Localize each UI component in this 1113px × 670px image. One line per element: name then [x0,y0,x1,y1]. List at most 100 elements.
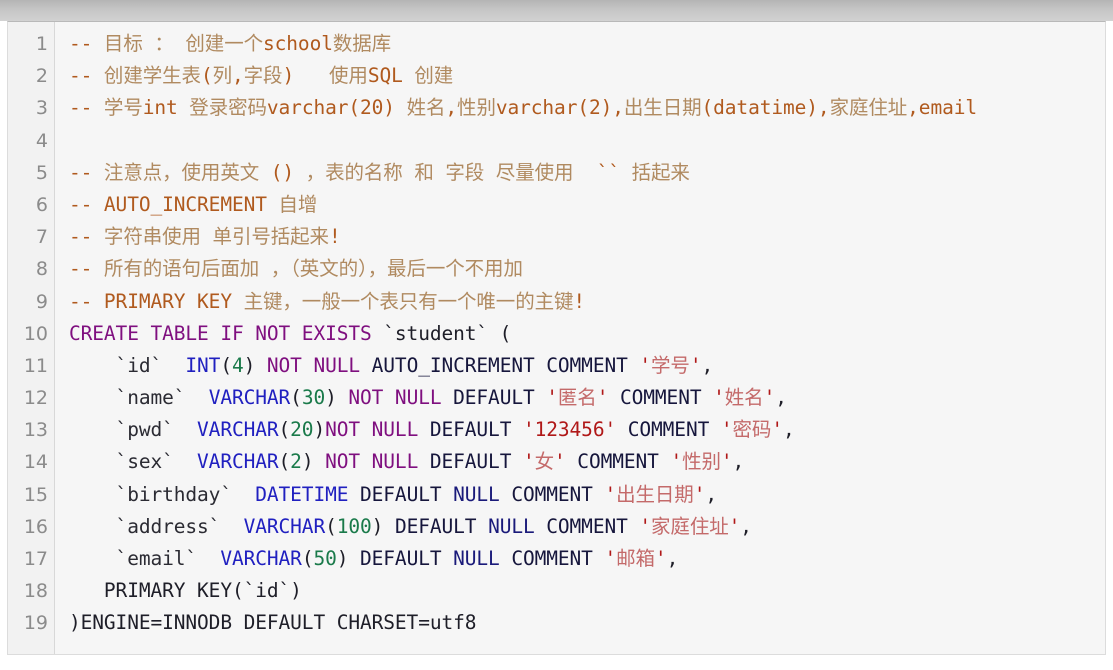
code-token: 家庭住址 [651,514,729,538]
code-line[interactable]: 6 -- AUTO_INCREMENT 自增 [8,189,1105,221]
code-line[interactable]: 5 -- 注意点，使用英文 () ，表的名称 和 字段 尽量使用 `` 括起来 [8,157,1105,189]
code-token: ' [522,450,535,474]
code-token: DEFAULT [394,514,489,538]
code-token: 自增 [278,192,318,216]
line-number: 11 [23,354,48,377]
line-number: 14 [23,451,48,474]
code-token: 密码 [732,418,772,442]
code-line[interactable]: 1 -- 目标 ： 创建一个school数据库 [8,28,1105,60]
code-token: ! [328,225,341,249]
code-token: ' [670,450,683,474]
code-token: 20 [290,418,314,442]
code-line[interactable]: 10 CREATE TABLE IF NOT EXISTS `student` ( [8,318,1105,350]
code-line[interactable]: 14 `sex` VARCHAR(2) NOT NULL DEFAULT '女'… [8,446,1105,478]
code-token: '123456' [522,418,617,442]
code-token: 登录密码 [189,96,267,120]
line-number: 4 [35,129,48,152]
code-line[interactable]: 3 -- 学号int 登录密码varchar(20) 姓名,性别varchar(2… [8,92,1105,124]
code-token: `birthday` [69,482,256,506]
code-token: DEFAULT [360,547,454,570]
code-token: `sex` [69,450,198,474]
code-token: PRIMARY KEY(`id`) [69,579,302,603]
code-token: , [732,450,745,474]
code-token: 姓名 [724,386,764,410]
code-line-text: `email` VARCHAR(50) DEFAULT NULL COMMENT… [48,543,1105,575]
code-token: , [231,64,244,88]
code-token: ' [689,353,702,377]
line-number: 3 [35,97,48,120]
code-line[interactable]: 12 `name` VARCHAR(30) NOT NULL DEFAULT '… [8,382,1105,414]
code-line-text: CREATE TABLE IF NOT EXISTS `student` ( [48,318,1105,350]
code-token: COMMENT [534,514,640,538]
code-token: ) [325,386,349,410]
line-number: 18 [23,580,48,603]
code-token: ' [771,418,783,442]
line-number: 8 [35,258,48,281]
code-line-text: -- 创建学生表(列,字段) 使用SQL 创建 [48,60,1105,92]
code-token: -- [69,225,104,249]
code-line[interactable]: 18 PRIMARY KEY(`id`) [8,575,1105,607]
code-token: ( [278,450,291,474]
code-line[interactable]: 19)ENGINE=INNODB DEFAULT CHARSET=utf8 [8,607,1105,639]
code-line[interactable]: 15 `birthday` DATETIME DEFAULT NULL COMM… [8,479,1105,511]
line-number: 17 [23,548,48,570]
code-token: , [705,482,717,506]
code-line-text: -- 所有的语句后面加 ，（英文的），最后一个不用加 [48,253,1105,285]
code-token: ) [282,64,329,88]
code-line[interactable]: 2 -- 创建学生表(列,字段) 使用SQL 创建 [8,60,1105,92]
code-content[interactable]: 1 -- 目标 ： 创建一个school数据库 2 -- 创建学生表(列,字段) 使用… [8,22,1105,640]
code-token: INT [185,353,221,377]
code-line[interactable]: 8 -- 所有的语句后面加 ，（英文的），最后一个不用加 [8,253,1105,285]
code-token: ) [336,547,361,570]
code-token: 主键，一般一个表只有一个唯一的主键 [243,289,574,313]
code-token: 匿名 [557,386,597,410]
code-line-text: `id` INT(4) NOT NULL AUTO_INCREMENT COMM… [48,350,1105,382]
code-token: 女 [534,450,555,474]
code-line[interactable]: 9 -- PRIMARY KEY 主键，一般一个表只有一个唯一的主键! [8,286,1105,318]
code-token: 100 [336,514,372,538]
code-token: 注意点，使用英文 [103,160,271,184]
code-line-text: PRIMARY KEY(`id`) [48,575,1105,607]
code-token: `pwd` [69,418,198,442]
code-token: ,email [907,96,978,120]
line-number: 16 [23,515,48,538]
code-token: ( [290,386,302,410]
code-token: ' [604,482,617,506]
code-token: SQL [367,64,415,88]
code-token: , [445,96,458,120]
code-line-text: -- AUTO_INCREMENT 自增 [48,189,1105,221]
code-token: NULL [453,482,500,506]
code-line[interactable]: 16 `address` VARCHAR(100) DEFAULT NULL C… [8,511,1105,543]
line-number: 2 [35,65,48,88]
code-token: 出生日期 [623,96,702,120]
code-token: DEFAULT [348,482,454,506]
code-line-text: `pwd` VARCHAR(20)NOT NULL DEFAULT '12345… [48,414,1105,446]
code-token: , [666,547,679,570]
window-title-bar [0,0,1113,21]
code-token: 使用 [329,64,368,88]
code-line[interactable]: 4 [8,125,1105,157]
code-token: 4 [231,353,244,377]
code-token: 30 [301,386,326,410]
code-token: COMMENT [565,450,671,474]
code-token: NOT NULL [325,418,419,442]
code-token: CREATE TABLE IF NOT EXISTS [69,321,372,345]
code-token: varchar(20) [266,96,407,120]
code-token: ( [200,64,213,88]
code-token: ' [693,482,706,506]
code-token: 创建学生表 [103,64,201,88]
code-line[interactable]: 13 `pwd` VARCHAR(20)NOT NULL DEFAULT '12… [8,414,1105,446]
code-token: , [701,353,714,377]
code-token: 性别 [682,450,721,474]
code-line[interactable]: 17 `email` VARCHAR(50) DEFAULT NULL COMM… [8,543,1105,575]
code-line[interactable]: 7 -- 字符串使用 单引号括起来! [8,221,1105,253]
code-token: 学号 [103,96,143,120]
code-token: ' [639,353,652,377]
code-token: school [263,32,333,55]
code-token: ' [546,386,558,410]
code-token: ' [720,450,733,474]
code-token: VARCHAR [197,418,279,442]
code-line[interactable]: 11 `id` INT(4) NOT NULL AUTO_INCREMENT C… [8,350,1105,382]
code-token: ' [728,514,741,538]
code-token: VARCHAR [243,514,326,538]
